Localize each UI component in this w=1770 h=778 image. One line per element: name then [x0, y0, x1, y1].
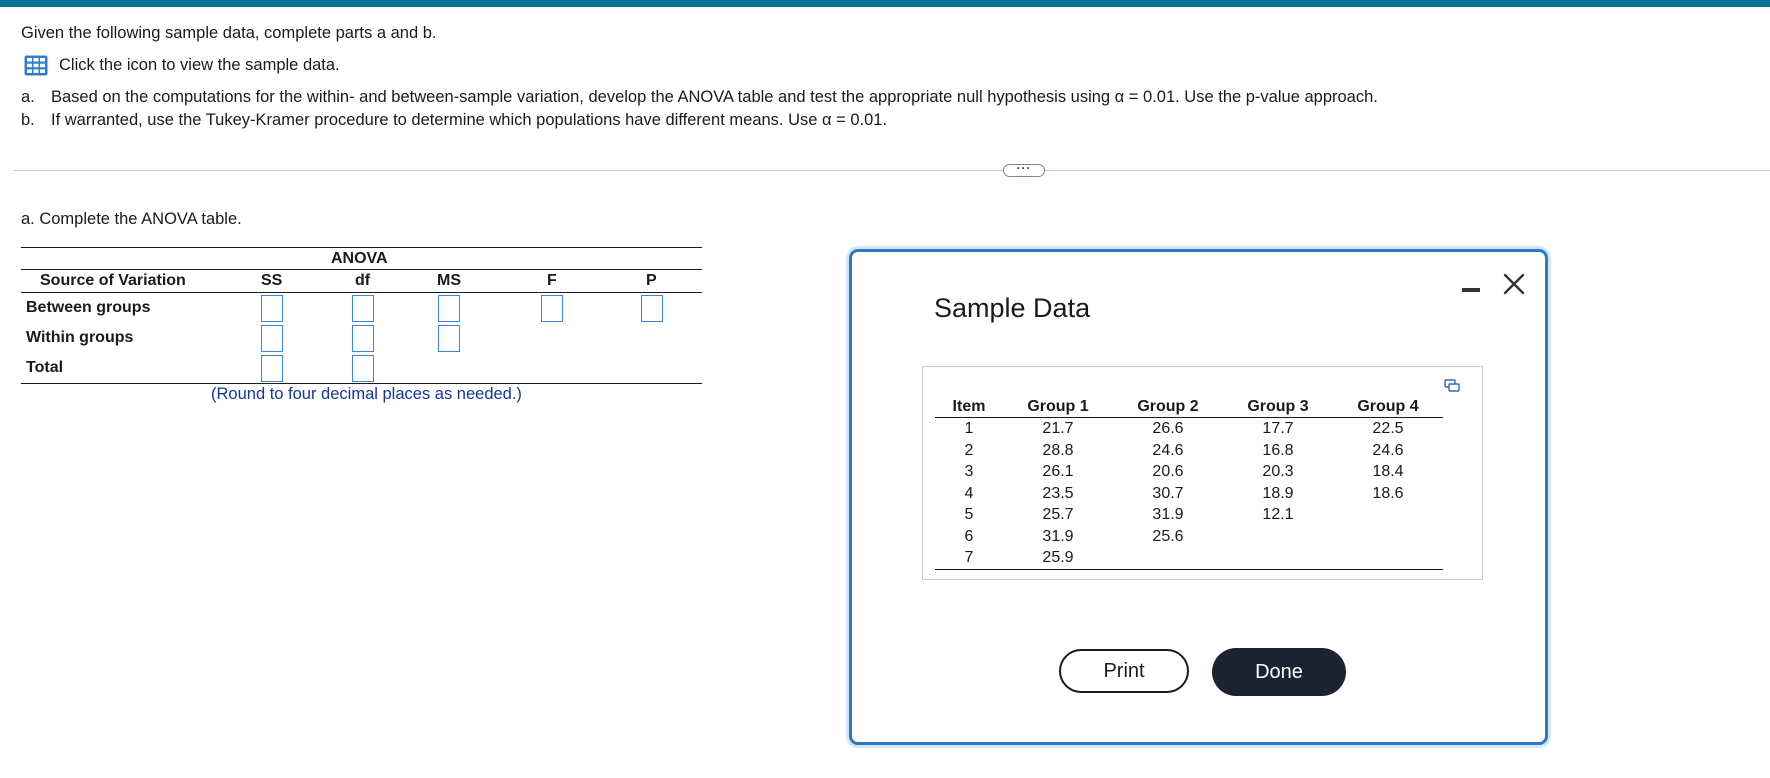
- table-cell: 24.6: [1152, 441, 1184, 459]
- minimize-icon[interactable]: [1462, 288, 1480, 292]
- part-a-marker: a.: [21, 88, 35, 106]
- column-header-group-4: Group 4: [1333, 397, 1443, 418]
- sample-data-panel: Item Group 1 Group 2 Group 3 Group 4 1 2…: [922, 366, 1483, 580]
- anova-bottom-rule: [21, 383, 702, 384]
- table-cell: 23.5: [1042, 484, 1074, 502]
- table-cell: 16.8: [1262, 441, 1294, 459]
- row-label-within: Within groups: [26, 329, 134, 346]
- table-cell: 18.6: [1372, 484, 1404, 502]
- df-within-input[interactable]: [352, 325, 374, 352]
- table-cell: [1223, 526, 1333, 548]
- table-cell: [1333, 526, 1443, 548]
- table-cell: 25.9: [1003, 547, 1113, 570]
- column-header-group-2: Group 2: [1113, 397, 1223, 418]
- table-cell: 1: [964, 420, 974, 437]
- sample-data-dialog: Sample Data Item Group 1 Group 2 Group 3…: [849, 249, 1548, 745]
- rounding-note: (Round to four decimal places as needed.…: [211, 385, 522, 403]
- header-ss: SS: [261, 272, 283, 289]
- problem-intro: Given the following sample data, complet…: [21, 24, 437, 42]
- table-cell: [1333, 504, 1443, 526]
- sample-data-table: Item Group 1 Group 2 Group 3 Group 4 1 2…: [935, 397, 1443, 570]
- column-header-item: Item: [935, 397, 1003, 418]
- table-grid-icon[interactable]: [24, 55, 48, 76]
- header-p: P: [646, 272, 657, 289]
- table-cell: 18.4: [1372, 463, 1404, 480]
- table-row: 4 23.5 30.7 18.9 18.6: [935, 483, 1443, 505]
- ss-total-input[interactable]: [261, 355, 283, 382]
- header-source: Source of Variation: [40, 272, 186, 289]
- f-input[interactable]: [541, 295, 563, 322]
- table-row: 7 25.9: [935, 547, 1443, 570]
- header-df: df: [355, 272, 371, 289]
- table-row: 6 31.9 25.6: [935, 526, 1443, 548]
- table-cell: 7: [935, 547, 1003, 570]
- table-cell: 26.1: [1042, 463, 1074, 480]
- table-cell: 20.6: [1152, 463, 1184, 480]
- expand-more-button[interactable]: ···: [1003, 162, 1045, 177]
- copy-icon[interactable]: [1444, 379, 1460, 393]
- close-icon[interactable]: [1502, 272, 1526, 296]
- anova-header-rule: [21, 292, 702, 293]
- p-value-input[interactable]: [641, 295, 663, 322]
- table-cell: 6: [964, 527, 974, 545]
- anova-title-rule: [21, 269, 702, 270]
- header-f: F: [547, 272, 557, 289]
- column-header-group-1: Group 1: [1003, 397, 1113, 418]
- ms-within-input[interactable]: [438, 325, 460, 352]
- table-cell: 20.3: [1262, 463, 1294, 480]
- part-b-text: If warranted, use the Tukey-Kramer proce…: [51, 111, 888, 129]
- table-cell: 3: [964, 463, 974, 480]
- table-row: 3 26.1 20.6 20.3 18.4: [935, 461, 1443, 483]
- table-cell: [1333, 547, 1443, 570]
- row-label-total: Total: [26, 359, 64, 376]
- print-button[interactable]: Print: [1059, 649, 1189, 693]
- table-cell: 25.7: [1042, 506, 1074, 523]
- table-cell: 22.5: [1372, 420, 1404, 437]
- table-cell: 30.7: [1152, 484, 1184, 502]
- table-cell: [1223, 547, 1333, 570]
- header-ms: MS: [437, 272, 461, 289]
- anova-prompt: a. Complete the ANOVA table.: [21, 210, 242, 228]
- sample-header-row: Item Group 1 Group 2 Group 3 Group 4: [935, 397, 1443, 418]
- view-data-link[interactable]: Click the icon to view the sample data.: [59, 55, 340, 75]
- table-cell: 24.6: [1372, 441, 1404, 459]
- table-cell: 28.8: [1042, 441, 1074, 459]
- table-cell: 25.6: [1152, 527, 1184, 545]
- df-between-input[interactable]: [352, 295, 374, 322]
- table-row: 1 21.7 26.6 17.7 22.5: [935, 418, 1443, 440]
- column-header-group-3: Group 3: [1223, 397, 1333, 418]
- part-b-marker: b.: [21, 111, 35, 129]
- df-total-input[interactable]: [352, 355, 374, 382]
- table-cell: 31.9: [1152, 506, 1184, 523]
- anova-title: ANOVA: [331, 250, 388, 267]
- table-cell: 12.1: [1262, 506, 1294, 523]
- table-cell: 21.7: [1042, 420, 1074, 437]
- ss-within-input[interactable]: [261, 325, 283, 352]
- ms-between-input[interactable]: [438, 295, 460, 322]
- table-cell: 4: [964, 484, 974, 502]
- table-cell: [1113, 547, 1223, 570]
- dialog-title: Sample Data: [934, 293, 1091, 323]
- row-label-between: Between groups: [26, 299, 151, 316]
- anova-top-rule: [21, 247, 702, 248]
- table-cell: 18.9: [1262, 484, 1294, 502]
- table-row: 5 25.7 31.9 12.1: [935, 504, 1443, 526]
- section-divider-left: [13, 170, 1003, 171]
- table-cell: 5: [964, 506, 974, 523]
- done-button[interactable]: Done: [1212, 648, 1346, 696]
- section-divider-right: [1045, 170, 1770, 171]
- table-cell: 2: [964, 441, 974, 459]
- ss-between-input[interactable]: [261, 295, 283, 322]
- table-cell: 26.6: [1152, 420, 1184, 437]
- table-cell: 17.7: [1262, 420, 1294, 437]
- part-a-text: Based on the computations for the within…: [51, 88, 1378, 106]
- top-bar: [0, 0, 1770, 7]
- table-cell: 31.9: [1042, 527, 1074, 545]
- table-row: 2 28.8 24.6 16.8 24.6: [935, 440, 1443, 462]
